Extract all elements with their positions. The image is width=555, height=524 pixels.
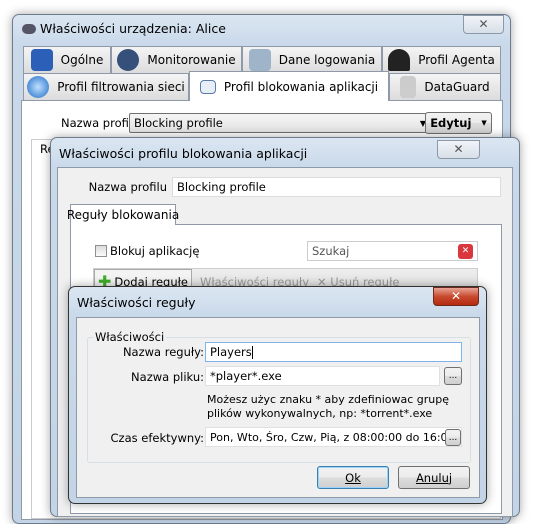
block-checkbox[interactable] [95, 245, 107, 257]
lock-key-icon [248, 49, 271, 71]
file-name-input[interactable]: *player*.exe [205, 366, 440, 386]
globe-icon [27, 76, 50, 98]
effective-time-input[interactable]: Pon, Wto, Śro, Czw, Pią, z 08:00:00 do 1… [205, 427, 462, 447]
monitoring-icon [117, 49, 140, 71]
app-block-icon [199, 79, 216, 94]
ok-button[interactable]: Ok [317, 466, 389, 489]
rule-name-input[interactable]: Players [205, 342, 462, 362]
dialog-title: Właściwości reguły [77, 295, 196, 310]
close-button[interactable]: ✕ [463, 15, 504, 34]
tab-profil-blokowania[interactable]: Profil blokowania aplikacji [189, 71, 389, 101]
profile-select[interactable]: Blocking profile ▼ [129, 113, 431, 133]
app-icon [22, 24, 36, 34]
tab-dataguard[interactable]: DataGuard [389, 73, 501, 100]
chevron-down-icon: ▼ [481, 119, 487, 127]
profile-name-label: Nazwa profilu [88, 180, 167, 194]
search-input[interactable]: Szukaj ✕ [307, 241, 478, 261]
profile-name-label: Nazwa profilu [61, 116, 140, 130]
profile-name-input[interactable]: Blocking profile [172, 177, 501, 197]
effective-time-label: Czas efektywny: [110, 431, 204, 445]
browse-time-button[interactable]: ... [445, 429, 461, 446]
user-icon [388, 49, 411, 71]
tab-profil-filtrowania[interactable]: Profil filtrowania sieci [23, 73, 189, 100]
tab-profil-agenta[interactable]: Profil Agenta [382, 46, 501, 73]
hint-line-1: Możesz użyc znaku * aby zdefiniowac grup… [207, 393, 449, 406]
cancel-button[interactable]: Anuluj [398, 466, 470, 489]
browse-file-button[interactable]: ... [444, 367, 462, 385]
hint-line-2: plików wykonywalnych, np: *torrent*.exe [207, 407, 433, 420]
window-title: Właściwości urządzenia: Alice [40, 21, 226, 36]
tab-monitorowanie[interactable]: Monitorowanie [111, 46, 242, 73]
block-checkbox-label[interactable]: Blokuj aplikację [110, 244, 199, 258]
group-label: Właściwości [93, 330, 167, 344]
tab-ogolne[interactable]: Ogólne [23, 46, 111, 73]
dialog-title: Właściwości profilu blokowania aplikacji [59, 146, 308, 161]
rule-properties-dialog: Właściwości reguły ✕ Właściwości Nazwa r… [68, 286, 487, 504]
rule-name-label: Nazwa reguły: [122, 345, 204, 359]
tab-dane-logowania[interactable]: Dane logowania [242, 46, 382, 73]
computer-icon [30, 49, 53, 71]
clear-search-icon[interactable]: ✕ [458, 243, 473, 259]
close-button[interactable]: ✕ [437, 140, 480, 159]
file-name-label: Nazwa pliku: [131, 370, 204, 384]
tab-reguly-blokowania[interactable]: Reguły blokowania [67, 204, 179, 225]
edit-button[interactable]: Edytuj ▼ [425, 112, 492, 134]
usb-drive-icon [400, 76, 417, 98]
close-button[interactable]: ✕ [433, 287, 479, 306]
